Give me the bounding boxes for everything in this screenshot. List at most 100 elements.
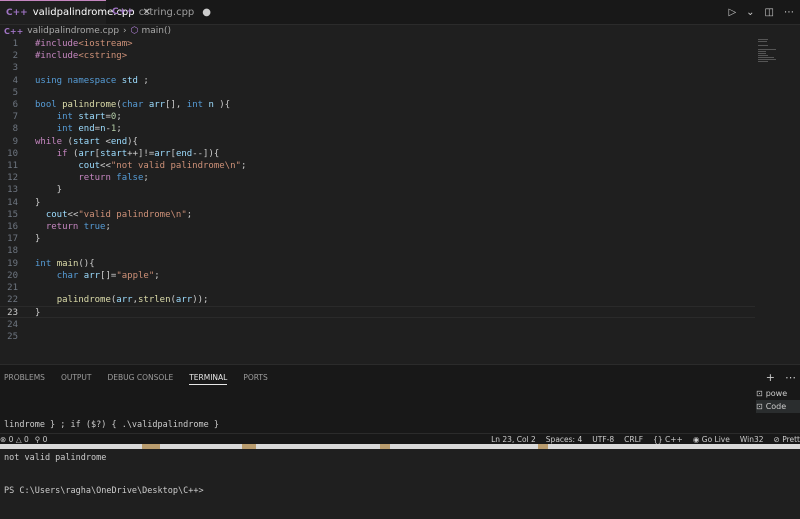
line-endings[interactable]: CRLF: [624, 435, 643, 444]
line-number: 5: [12, 87, 18, 98]
code-line[interactable]: 4 using namespace std ;: [0, 75, 755, 87]
line-number: 7: [12, 112, 18, 123]
line-number: 3: [12, 63, 18, 74]
terminal-icon: ⊡: [756, 402, 763, 411]
run-icon[interactable]: ▷: [728, 7, 736, 18]
tab-validpalindrome[interactable]: C++ validpalindrome.cpp ✕: [0, 0, 151, 24]
cursor-position[interactable]: Ln 23, Col 2: [491, 435, 536, 444]
code-line[interactable]: 20 char arr[]="apple";: [0, 270, 755, 282]
code-line[interactable]: 3: [0, 62, 755, 74]
line-number: 24: [7, 319, 18, 330]
taskbar-item: [142, 444, 160, 449]
function-cube-icon: ⬡: [130, 26, 139, 36]
taskbar-item: [538, 444, 548, 449]
terminal-prompt: PS C:\Users\ragha\OneDrive\Desktop\C++>: [4, 486, 204, 496]
cpp-file-icon: C++: [4, 26, 24, 36]
code-line[interactable]: 23}: [0, 306, 755, 319]
unsaved-dot-icon[interactable]: ●: [202, 7, 211, 18]
code-line[interactable]: 18: [0, 245, 755, 257]
ports-indicator[interactable]: ⚲ 0: [35, 435, 48, 444]
line-number: 23: [7, 308, 18, 319]
errors-indicator[interactable]: ⊗ 0 △ 0: [0, 435, 29, 444]
code-line[interactable]: 12 return false;: [0, 172, 755, 184]
code-line[interactable]: 5: [0, 87, 755, 99]
code-line[interactable]: 11 cout<<"not valid palindrome\n";: [0, 160, 755, 172]
code-line[interactable]: 15 cout<<"valid palindrome\n";: [0, 209, 755, 221]
breadcrumb: C++ validpalindrome.cpp › ⬡ main(): [0, 24, 800, 38]
line-number: 6: [12, 100, 18, 110]
code-text: using namespace std ;: [35, 75, 149, 86]
tab-ports[interactable]: PORTS: [243, 373, 267, 385]
breadcrumb-symbol[interactable]: main(): [142, 26, 172, 36]
code-text: while (start <end){: [35, 136, 138, 147]
panel-tabs: PROBLEMS OUTPUT DEBUG CONSOLE TERMINAL PORTS: [4, 373, 268, 385]
terminal-output[interactable]: lindrome } ; if ($?) { .\validpalindrome…: [4, 398, 219, 519]
line-number: 8: [12, 124, 18, 135]
code-line[interactable]: 6 bool palindrome(char arr[], int n ){: [0, 99, 755, 111]
line-number: 14: [7, 197, 18, 208]
language-mode[interactable]: {} C++: [653, 435, 683, 444]
code-line[interactable]: 10 if (arr[start++]!=arr[end--]){: [0, 148, 755, 160]
line-number: 12: [7, 173, 18, 184]
code-text: if (arr[start++]!=arr[end--]){: [56, 148, 220, 159]
tab-cstring[interactable]: C++ cstring.cpp ●: [106, 0, 211, 24]
go-live-button[interactable]: ◉ Go Live: [693, 435, 730, 444]
tab-terminal[interactable]: TERMINAL: [189, 373, 228, 385]
more-actions-icon[interactable]: ⋯: [784, 7, 794, 18]
code-line[interactable]: 8 int end=n-1;: [0, 123, 755, 135]
code-editor[interactable]: 1 #include<iostream> 2 #include<cstring> 3 4 u…: [0, 38, 755, 364]
tab-output[interactable]: OUTPUT: [61, 373, 92, 385]
chevron-down-icon[interactable]: ⌄: [746, 7, 754, 18]
code-line[interactable]: 21: [0, 282, 755, 294]
line-number: 9: [12, 136, 18, 147]
editor-actions: ▷ ⌄ ◫ ⋯: [728, 0, 794, 24]
code-line[interactable]: 2 #include<cstring>: [0, 50, 755, 62]
line-number: 17: [7, 234, 18, 245]
code-line[interactable]: 13 }: [0, 184, 755, 196]
terminal-list-item[interactable]: ⊡ Code: [756, 400, 800, 413]
bottom-panel: PROBLEMS OUTPUT DEBUG CONSOLE TERMINAL PORTS…: [0, 364, 800, 496]
prettier-status[interactable]: ⊘ Prett: [774, 435, 800, 444]
breadcrumb-file[interactable]: validpalindrome.cpp: [27, 26, 119, 36]
line-number: 13: [7, 185, 18, 196]
code-text: #include<cstring>: [35, 51, 128, 62]
code-text: char arr[]="apple";: [56, 270, 160, 281]
taskbar-item: [242, 444, 256, 449]
tab-label: cstring.cpp: [138, 6, 195, 18]
code-line[interactable]: 9 while (start <end){: [0, 136, 755, 148]
split-editor-icon[interactable]: ◫: [765, 7, 774, 18]
code-text: int end=n-1;: [56, 124, 122, 135]
line-number: 20: [7, 270, 18, 281]
code-line[interactable]: 14}: [0, 197, 755, 209]
tab-debug-console[interactable]: DEBUG CONSOLE: [108, 373, 174, 385]
platform[interactable]: Win32: [740, 435, 764, 444]
terminal-list: ⊡ powe ⊡ Code: [756, 387, 800, 413]
code-line[interactable]: 16 return true;: [0, 221, 755, 233]
new-terminal-icon[interactable]: +: [766, 371, 775, 384]
terminal-line: lindrome } ; if ($?) { .\validpalindrome…: [4, 420, 219, 430]
encoding[interactable]: UTF-8: [592, 435, 614, 444]
line-number: 15: [7, 209, 18, 220]
code-text: return true;: [45, 222, 111, 232]
code-text: int main(){: [35, 258, 95, 269]
terminal-list-item[interactable]: ⊡ powe: [756, 387, 800, 400]
line-number: 11: [7, 161, 18, 171]
indentation[interactable]: Spaces: 4: [546, 435, 582, 444]
code-text: }: [35, 308, 41, 319]
code-text: return false;: [78, 173, 149, 184]
code-line[interactable]: 17}: [0, 233, 755, 245]
more-actions-icon[interactable]: ⋯: [785, 371, 796, 384]
terminal-icon: ⊡: [756, 389, 763, 398]
code-line[interactable]: 19 int main(){: [0, 258, 755, 270]
code-line[interactable]: 7 int start=0;: [0, 111, 755, 123]
code-line[interactable]: 24: [0, 319, 755, 331]
code-line[interactable]: 22 palindrome(arr,strlen(arr));: [0, 294, 755, 306]
code-line[interactable]: 25: [0, 331, 755, 343]
minimap[interactable]: [758, 38, 782, 78]
tab-problems[interactable]: PROBLEMS: [4, 373, 45, 385]
code-text: bool palindrome(char arr[], int n ){: [35, 100, 231, 110]
code-text: #include<iostream>: [35, 39, 133, 49]
code-line[interactable]: 1 #include<iostream>: [0, 38, 755, 50]
terminal-line: not valid palindrome: [4, 453, 107, 463]
code-text: }: [35, 234, 41, 245]
